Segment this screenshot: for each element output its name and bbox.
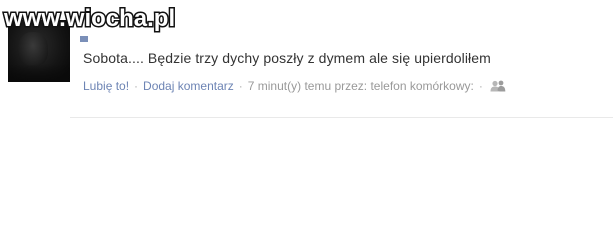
meta-separator: ·: [238, 79, 243, 93]
profile-thumb-icon: [80, 36, 88, 42]
watermark-text: www.wiocha.pl: [3, 5, 175, 32]
watermark-logo: www.wiocha.pl: [2, 4, 177, 34]
meta-separator: ·: [478, 79, 483, 93]
post-message: Sobota.... Będzie trzy dychy poszły z dy…: [83, 50, 491, 66]
like-link[interactable]: Lubię to!: [83, 79, 129, 93]
post-timestamp: 7 minut(y) temu przez: telefon komórkowy…: [247, 79, 474, 93]
post-divider: [70, 117, 613, 118]
add-comment-link[interactable]: Dodaj komentarz: [143, 79, 234, 93]
post-meta: Lubię to! · Dodaj komentarz · 7 minut(y)…: [83, 79, 506, 93]
page: www.wiocha.pl Sobota.... Będzie trzy dyc…: [0, 0, 613, 240]
meta-separator: ·: [134, 79, 139, 93]
friends-icon[interactable]: [490, 80, 506, 92]
status-post: www.wiocha.pl Sobota.... Będzie trzy dyc…: [0, 0, 613, 118]
